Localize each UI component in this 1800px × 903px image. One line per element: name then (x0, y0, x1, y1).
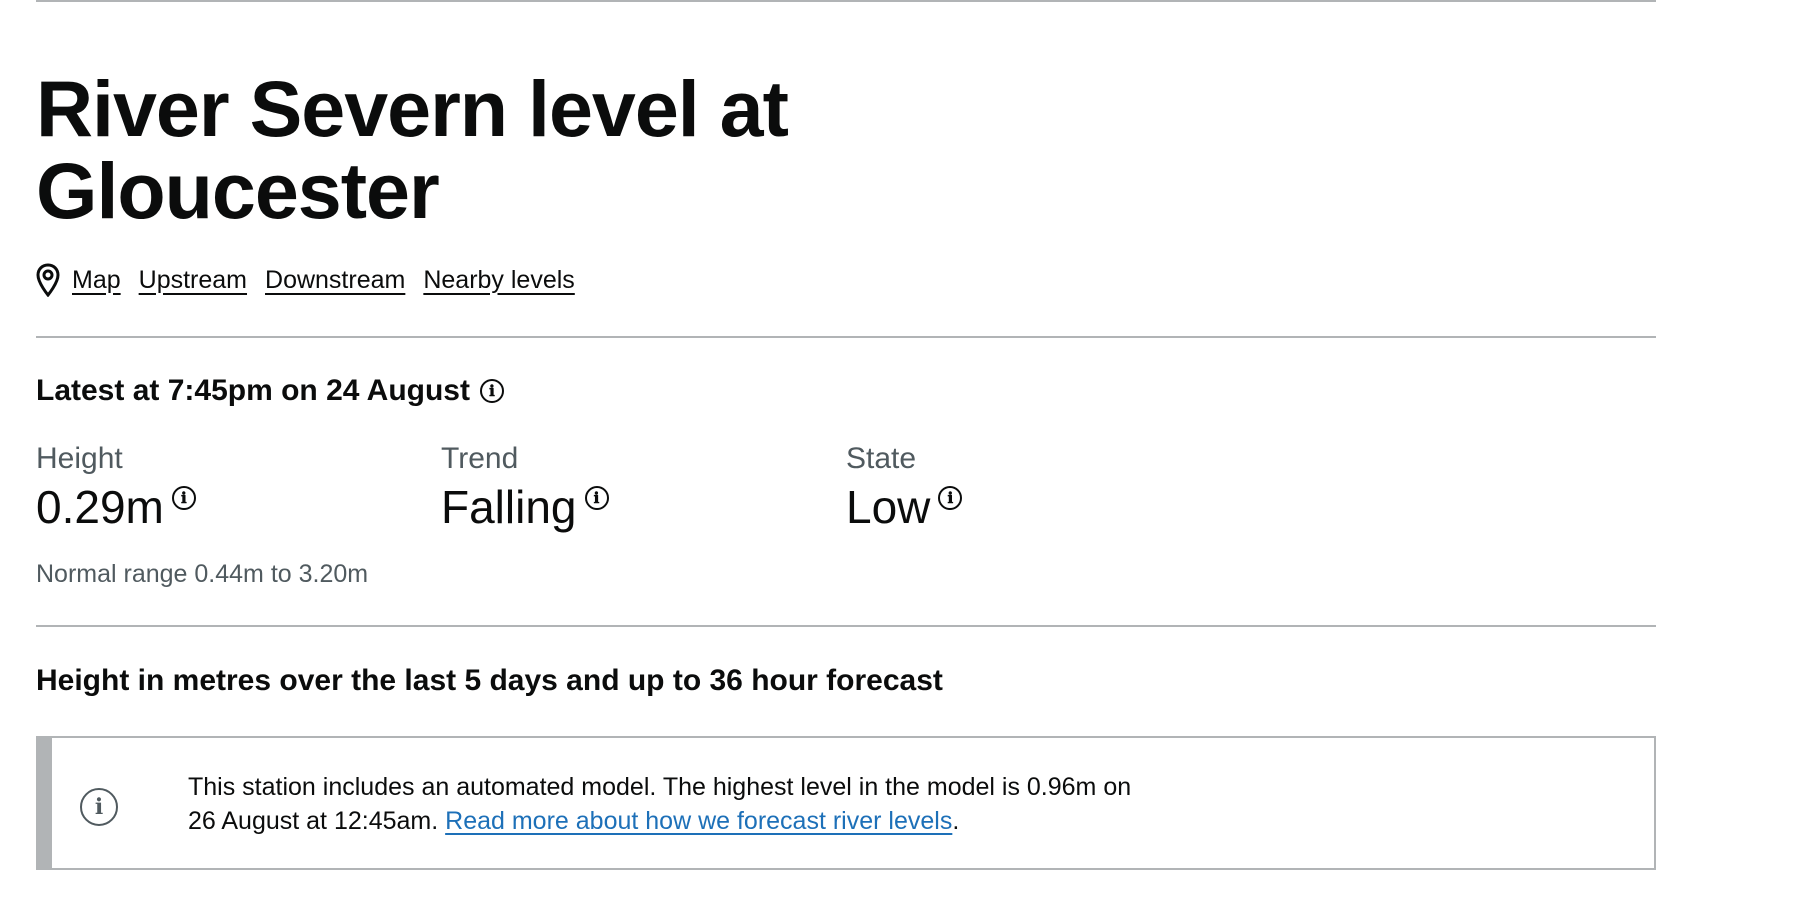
state-value: Low (846, 481, 931, 533)
height-value: 0.29m (36, 481, 164, 533)
height-info-icon[interactable]: ℹ (171, 486, 196, 510)
section-divider-1 (36, 336, 1656, 338)
info-icon[interactable]: ℹ (479, 379, 504, 403)
info-circle-icon: ℹ (80, 788, 118, 826)
top-divider (36, 0, 1656, 2)
station-links: Map Upstream Downstream Nearby levels (36, 263, 593, 297)
trend-label: Trend (441, 442, 519, 475)
notice-suffix: . (952, 807, 960, 835)
trend-stat: Trend Falling ℹ (441, 442, 609, 532)
page-title-line-2: Gloucester (36, 146, 440, 235)
chart-heading: Height in metres over the last 5 days an… (36, 664, 943, 697)
forecast-notice: ℹ This station includes an automated mod… (36, 736, 1656, 870)
map-pin-icon (36, 263, 60, 297)
page-title: River Severn level at Gloucester (36, 68, 936, 232)
latest-heading-text: Latest at 7:45pm on 24 August (36, 374, 470, 407)
page: River Severn level at Gloucester Map Ups… (0, 0, 1800, 903)
height-label: Height (36, 442, 123, 475)
state-stat: State Low ℹ (846, 442, 963, 533)
trend-info-icon[interactable]: ℹ (584, 486, 609, 510)
trend-value: Falling (441, 481, 577, 533)
page-title-line-1: River Severn level at (36, 64, 789, 153)
state-label: State (846, 442, 917, 475)
forecast-info-link[interactable]: Read more about how we forecast river le… (445, 807, 952, 835)
state-info-icon[interactable]: ℹ (938, 486, 963, 510)
height-stat: Height 0.29m ℹ (36, 442, 196, 532)
notice-text: This station includes an automated model… (188, 770, 1148, 838)
section-divider-2 (36, 625, 1656, 627)
latest-heading: Latest at 7:45pm on 24 August ℹ (36, 374, 504, 408)
downstream-link[interactable]: Downstream (265, 266, 405, 295)
nearby-levels-link[interactable]: Nearby levels (423, 266, 574, 295)
map-link[interactable]: Map (72, 266, 121, 295)
upstream-link[interactable]: Upstream (139, 266, 247, 295)
normal-range: Normal range 0.44m to 3.20m (36, 560, 369, 588)
